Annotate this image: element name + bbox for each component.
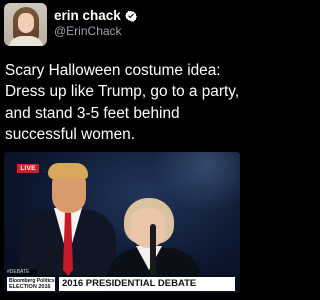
author-row: erin chack [54, 7, 137, 23]
tweet-media-video[interactable]: LIVE #DEBATE Bloomberg Politics ELECTION… [4, 152, 240, 293]
author-display-name[interactable]: erin chack [54, 8, 121, 23]
right-person-face [130, 208, 166, 248]
tweet-text: Scary Halloween costume idea: Dress up l… [5, 62, 240, 143]
avatar-face [18, 13, 34, 33]
microphone [150, 224, 156, 280]
avatar-shoulders [8, 36, 44, 46]
network-subtitle: ELECTION 2016 [9, 284, 51, 290]
verified-badge-icon [124, 9, 137, 22]
avatar[interactable] [4, 3, 47, 46]
left-person-hair [48, 163, 88, 179]
broadcast-headline: 2016 PRESIDENTIAL DEBATE [59, 277, 235, 291]
network-logo-box: Bloomberg Politics ELECTION 2016 [7, 277, 55, 291]
tweet: erin chack @ErinChack Scary Halloween co… [0, 0, 244, 300]
live-badge: LIVE [17, 164, 39, 173]
broadcast-lower-third: #DEBATE Bloomberg Politics ELECTION 2016… [4, 269, 240, 293]
hashtag-label: #DEBATE [7, 269, 37, 275]
author-handle[interactable]: @ErinChack [54, 24, 122, 38]
